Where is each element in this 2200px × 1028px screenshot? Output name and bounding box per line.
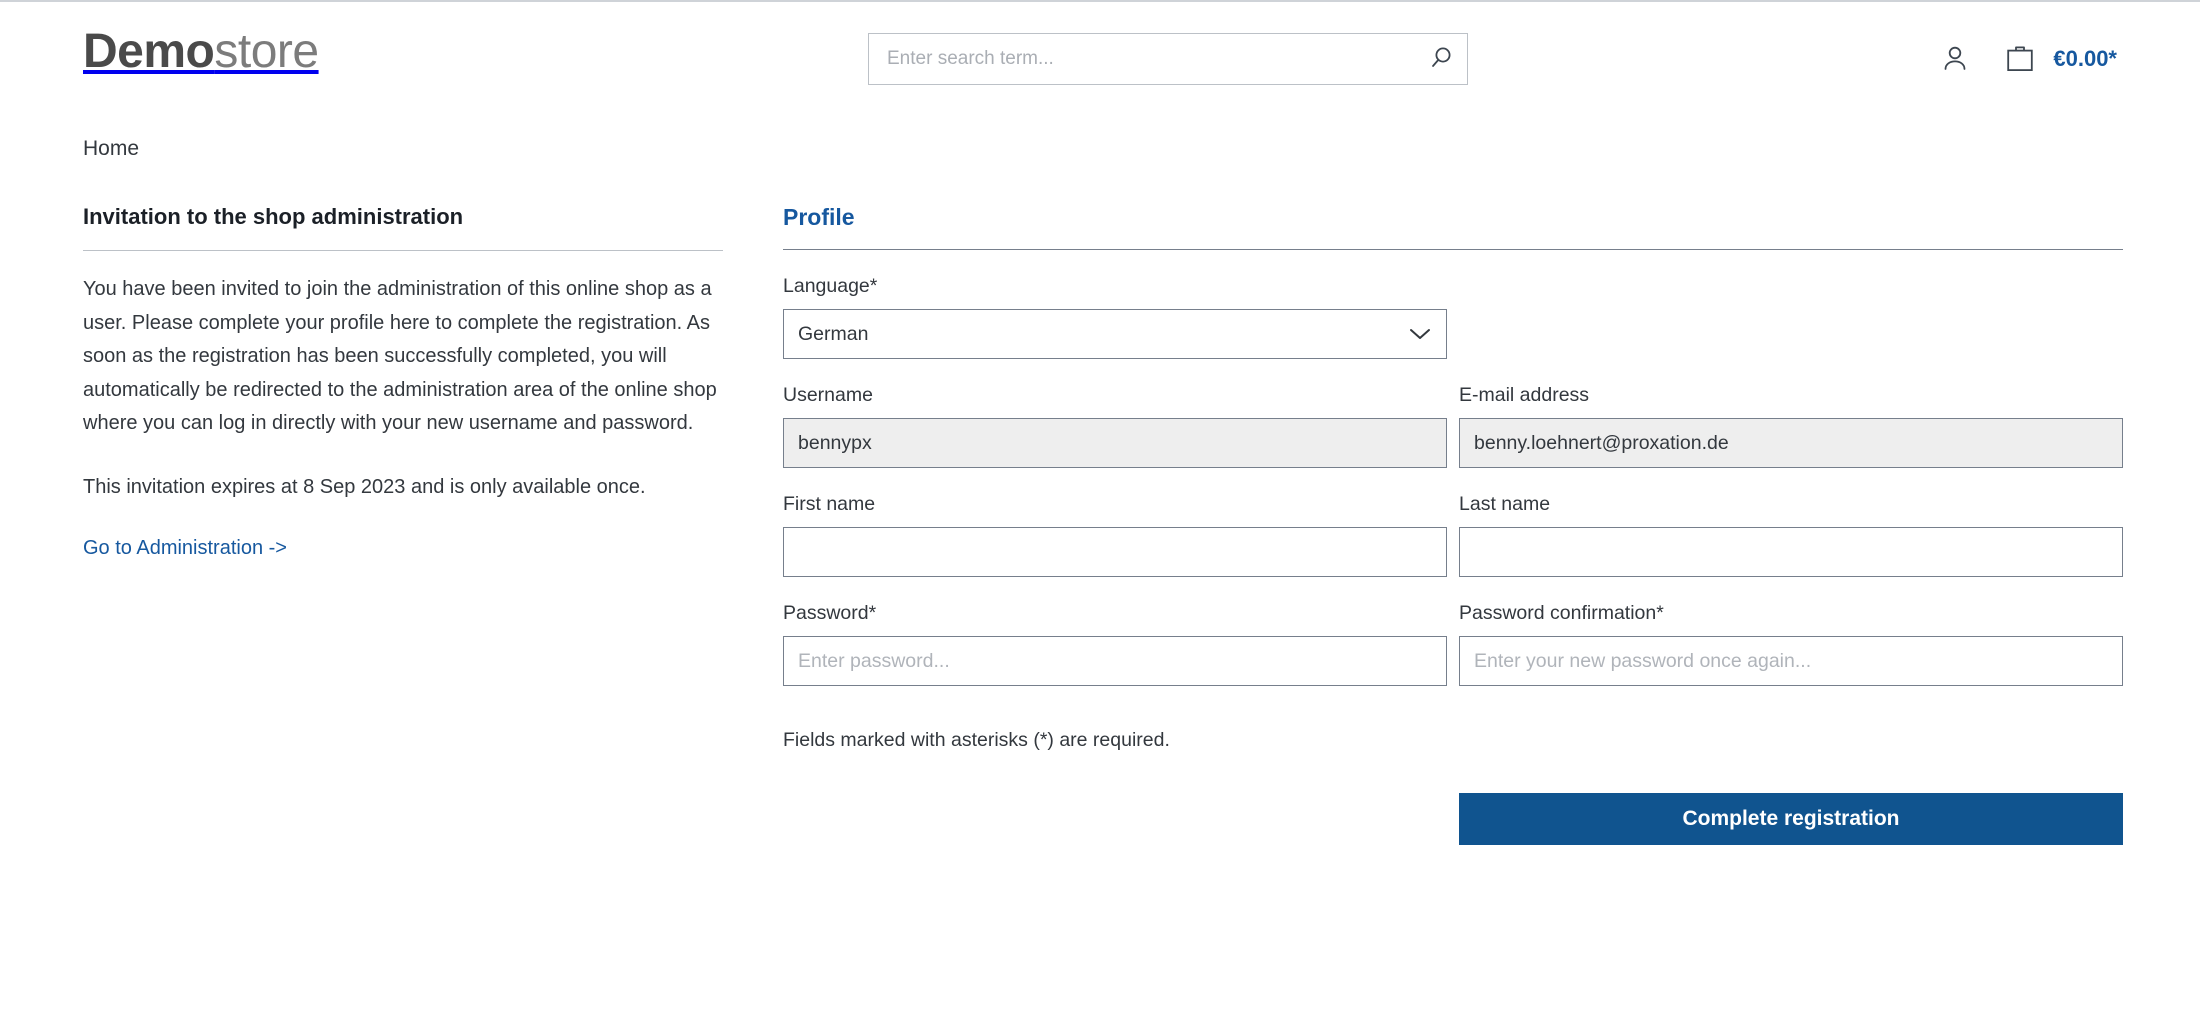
password-confirmation-label: Password confirmation* <box>1459 602 1664 624</box>
cart-amount: €0.00* <box>2053 46 2117 71</box>
person-icon <box>1939 42 1971 77</box>
logo-text-bold: Demo <box>83 25 215 78</box>
page-root: Demostore Enter search term... €0.00* Ho… <box>0 0 2200 1028</box>
site-header: Demostore Enter search term... €0.00* <box>0 2 2200 120</box>
field-first-name: First name <box>783 490 1447 577</box>
header-actions: €0.00* <box>1939 34 2117 84</box>
field-row-password: Password* Password confirmation* <box>783 599 2123 686</box>
invitation-paragraph-2: This invitation expires at 8 Sep 2023 an… <box>83 475 646 498</box>
site-logo[interactable]: Demostore <box>83 22 319 82</box>
search-icon <box>1428 45 1454 74</box>
field-email: E-mail address <box>1459 381 2123 468</box>
search-box[interactable] <box>868 33 1468 85</box>
complete-registration-button[interactable]: Complete registration <box>1459 793 2123 845</box>
account-button[interactable] <box>1939 42 1971 77</box>
invitation-panel: Invitation to the shop administration Yo… <box>83 202 723 562</box>
invitation-body: You have been invited to join the admini… <box>83 273 723 504</box>
field-language: Language* German <box>783 272 1447 359</box>
breadcrumb-item-home[interactable]: Home <box>83 137 139 160</box>
username-input <box>783 418 1447 468</box>
submit-row: Complete registration <box>783 793 2123 845</box>
profile-title: Profile <box>783 204 855 230</box>
invitation-divider <box>83 250 723 251</box>
field-username: Username <box>783 381 1447 468</box>
profile-form: Profile Language* German Username bennyp… <box>783 202 2123 845</box>
field-row-language: Language* German <box>783 272 2123 359</box>
invitation-title: Invitation to the shop administration <box>83 204 464 229</box>
profile-divider <box>783 249 2123 250</box>
password-confirmation-input[interactable] <box>1459 636 2123 686</box>
field-last-name: Last name <box>1459 490 2123 577</box>
required-fields-note: Fields marked with asterisks (*) are req… <box>783 729 1170 751</box>
password-input[interactable] <box>783 636 1447 686</box>
first-name-input[interactable] <box>783 527 1447 577</box>
last-name-label: Last name <box>1459 493 1551 515</box>
password-label: Password* <box>783 602 877 624</box>
go-to-administration-link[interactable]: Go to Administration -> <box>83 537 287 559</box>
username-label: Username <box>783 384 873 406</box>
logo-text-light: store <box>214 25 319 78</box>
field-row-name: First name Last name <box>783 490 2123 577</box>
email-input <box>1459 418 2123 468</box>
first-name-label: First name <box>783 493 876 515</box>
field-row-account: Username E-mail address <box>783 381 2123 468</box>
breadcrumb: Home <box>83 135 139 163</box>
search-button[interactable] <box>1415 34 1467 84</box>
search-input[interactable] <box>869 34 1415 84</box>
last-name-input[interactable] <box>1459 527 2123 577</box>
field-password-confirmation: Password confirmation* <box>1459 599 2123 686</box>
language-select[interactable]: German <box>783 309 1447 359</box>
language-label: Language* <box>783 275 878 297</box>
cart-group[interactable]: €0.00* <box>2005 42 2117 77</box>
email-label: E-mail address <box>1459 384 1590 406</box>
field-password: Password* <box>783 599 1447 686</box>
cart-button[interactable] <box>2005 42 2035 77</box>
language-select-wrap[interactable]: German <box>783 309 1447 359</box>
invitation-paragraph-1: You have been invited to join the admini… <box>83 278 717 434</box>
shopping-bag-icon <box>2005 42 2035 77</box>
